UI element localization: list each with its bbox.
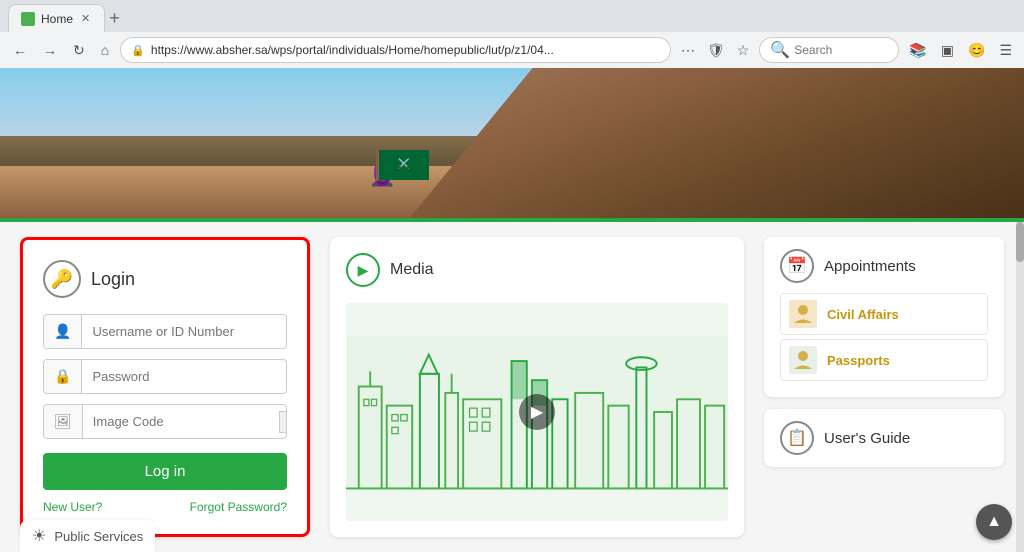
star-icon[interactable]: ☆ bbox=[733, 40, 754, 61]
captcha-display: -7757 ↻ bbox=[279, 411, 287, 433]
public-services-section: ☀ Public Services bbox=[20, 520, 155, 552]
public-services-label: Public Services bbox=[54, 529, 143, 544]
right-panels: 📅 Appointments Civil Affairs bbox=[764, 237, 1004, 537]
main-content: 🔑 Login 👤 🔒 🖼 -7757 ↻ Log in bbox=[0, 222, 1024, 552]
extensions-icon[interactable]: 🛡 bbox=[703, 40, 729, 61]
user-icon: 👤 bbox=[44, 315, 82, 348]
forward-button[interactable]: → bbox=[38, 41, 62, 59]
captcha-input[interactable] bbox=[83, 406, 279, 437]
appointments-title: Appointments bbox=[824, 258, 916, 275]
passports-label: Passports bbox=[827, 353, 890, 368]
saudi-flag: ⚔️ bbox=[379, 150, 429, 180]
public-services-icon: ☀ bbox=[32, 526, 46, 546]
profile-icon[interactable]: 😊 bbox=[964, 40, 989, 61]
captcha-input-group: 🖼 -7757 ↻ bbox=[43, 404, 287, 439]
nav-icons: ⋯ 🛡 ☆ bbox=[677, 40, 753, 61]
login-panel: 🔑 Login 👤 🔒 🖼 -7757 ↻ Log in bbox=[20, 237, 310, 537]
password-input-group: 🔒 bbox=[43, 359, 287, 394]
search-icon: 🔍 bbox=[770, 40, 790, 60]
username-input[interactable] bbox=[82, 316, 286, 347]
civil-affairs-icon bbox=[789, 300, 817, 328]
lock-field-icon: 🔒 bbox=[44, 360, 82, 393]
media-header: ▶ Media bbox=[346, 253, 728, 287]
image-icon: 🖼 bbox=[44, 405, 83, 438]
media-panel: ▶ Media bbox=[330, 237, 744, 537]
reading-mode-icon[interactable]: ▣ bbox=[937, 40, 958, 61]
passports-icon bbox=[789, 346, 817, 374]
address-bar[interactable]: 🔒 https://www.absher.sa/wps/portal/indiv… bbox=[120, 37, 671, 63]
scrollbar[interactable] bbox=[1016, 222, 1024, 552]
login-header: 🔑 Login bbox=[43, 260, 287, 298]
appointments-panel: 📅 Appointments Civil Affairs bbox=[764, 237, 1004, 397]
menu-icon[interactable]: ☰ bbox=[995, 40, 1016, 61]
login-links: New User? Forgot Password? bbox=[43, 500, 287, 514]
scrollbar-thumb[interactable] bbox=[1016, 222, 1024, 262]
captcha-text: -7757 bbox=[279, 411, 287, 433]
scroll-top-button[interactable]: ▲ bbox=[976, 504, 1012, 540]
users-guide-title: User's Guide bbox=[824, 430, 910, 447]
nav-bar: ← → ↻ ⌂ 🔒 https://www.absher.sa/wps/port… bbox=[0, 32, 1024, 68]
media-thumbnail[interactable]: ▶ bbox=[346, 303, 728, 521]
media-play-icon[interactable]: ▶ bbox=[346, 253, 380, 287]
civil-affairs-item[interactable]: Civil Affairs bbox=[780, 293, 988, 335]
tab-close-button[interactable]: ✕ bbox=[79, 12, 92, 25]
passports-item[interactable]: Passports bbox=[780, 339, 988, 381]
content-wrapper: 🔑 Login 👤 🔒 🖼 -7757 ↻ Log in bbox=[0, 222, 1024, 552]
library-icon[interactable]: 📚 bbox=[905, 40, 930, 61]
username-input-group: 👤 bbox=[43, 314, 287, 349]
users-guide-panel[interactable]: 📋 User's Guide bbox=[764, 409, 1004, 467]
tab-favicon bbox=[21, 12, 35, 26]
browser-chrome: Home ✕ + ← → ↻ ⌂ 🔒 https://www.absher.sa… bbox=[0, 0, 1024, 68]
login-button[interactable]: Log in bbox=[43, 453, 287, 490]
tab-bar: Home ✕ + bbox=[0, 0, 1024, 32]
active-tab[interactable]: Home ✕ bbox=[8, 4, 105, 32]
login-title: Login bbox=[91, 269, 135, 290]
refresh-button[interactable]: ↻ bbox=[68, 41, 90, 59]
tab-title: Home bbox=[41, 12, 73, 26]
bookmarks-icon[interactable]: ⋯ bbox=[677, 40, 699, 61]
forgot-password-link[interactable]: Forgot Password? bbox=[190, 500, 287, 514]
password-input[interactable] bbox=[82, 361, 286, 392]
civil-affairs-label: Civil Affairs bbox=[827, 307, 899, 322]
search-box[interactable]: 🔍 bbox=[759, 37, 899, 63]
hero-image: ⚔️ 🧕 bbox=[0, 68, 1024, 218]
back-button[interactable]: ← bbox=[8, 41, 32, 59]
appointments-header: 📅 Appointments bbox=[780, 249, 988, 283]
home-button[interactable]: ⌂ bbox=[96, 41, 114, 59]
login-icon: 🔑 bbox=[43, 260, 81, 298]
media-title: Media bbox=[390, 261, 434, 279]
url-text: https://www.absher.sa/wps/portal/individ… bbox=[151, 43, 660, 57]
play-button-overlay[interactable]: ▶ bbox=[519, 394, 555, 430]
appointments-icon: 📅 bbox=[780, 249, 814, 283]
users-guide-icon: 📋 bbox=[780, 421, 814, 455]
new-tab-button[interactable]: + bbox=[109, 9, 120, 27]
lock-icon: 🔒 bbox=[131, 44, 145, 57]
new-user-link[interactable]: New User? bbox=[43, 500, 102, 514]
search-input[interactable] bbox=[794, 43, 894, 57]
